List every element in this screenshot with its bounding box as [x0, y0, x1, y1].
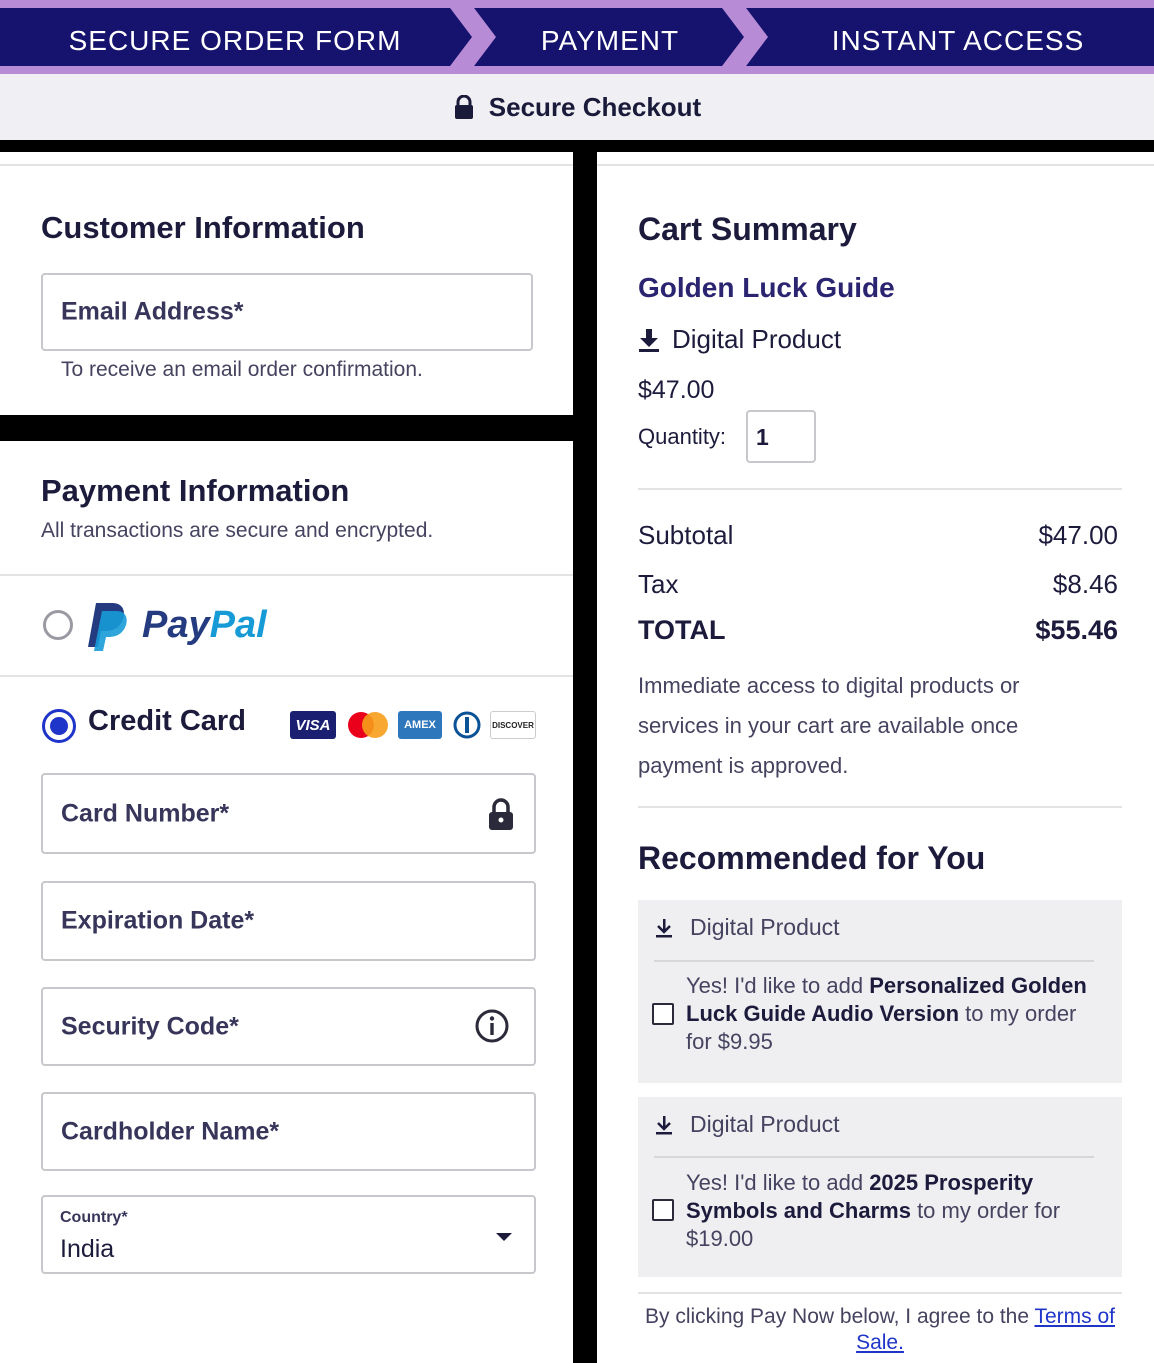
tax-label: Tax [638, 569, 679, 599]
country-value: India [60, 1235, 115, 1263]
credit-card-radio[interactable] [42, 709, 76, 743]
divider [0, 675, 573, 677]
quantity-value: 1 [756, 424, 769, 450]
reco-prefix: Yes! I'd like to add [686, 1170, 870, 1195]
email-field-label: Email Address* [61, 297, 244, 326]
security-code-label: Security Code* [61, 1012, 239, 1040]
divider [638, 1292, 1122, 1294]
recommendation-card: Digital Product Yes! I'd like to add Per… [638, 900, 1122, 1083]
download-icon [656, 918, 672, 937]
tax-value: $8.46 [1052, 569, 1118, 599]
payment-info-panel: Payment Information All transactions are… [0, 441, 573, 1363]
terms-text: By clicking Pay Now below, I agree to th… [628, 1304, 1132, 1356]
reco-type: Digital Product [654, 1111, 840, 1138]
recommendation-card: Digital Product Yes! I'd like to add 202… [638, 1097, 1122, 1277]
panel-top-rule [597, 164, 1154, 166]
total-value: $55.46 [1035, 615, 1118, 645]
credit-card-label: Credit Card [88, 705, 246, 737]
radio-dot [50, 717, 68, 735]
credit-card-option[interactable]: Credit Card VISA AMEX DISCOVER [0, 681, 573, 765]
reco-prefix: Yes! I'd like to add [686, 973, 870, 998]
divider [638, 806, 1122, 808]
reco-type: Digital Product [654, 914, 840, 941]
recommended-title: Recommended for You [638, 840, 986, 876]
subtotal-label: Subtotal [638, 520, 734, 550]
paypal-wordmark: PayPal [142, 604, 267, 646]
product-type-label: Digital Product [672, 324, 842, 354]
reco-text: Yes! I'd like to add 2025 Prosperity Sym… [686, 1169, 1096, 1253]
payment-subtitle: All transactions are secure and encrypte… [41, 519, 434, 542]
amex-icon: AMEX [398, 711, 442, 739]
card-number-label: Card Number* [61, 799, 230, 827]
diners-club-icon [453, 711, 481, 739]
quantity-label: Quantity: [638, 424, 727, 449]
divider [654, 1156, 1094, 1158]
cart-summary-title: Cart Summary [638, 211, 857, 247]
visa-icon: VISA [290, 711, 336, 739]
lock-icon [489, 798, 513, 830]
total-label: TOTAL [638, 615, 726, 645]
subtotal-value: $47.00 [1038, 520, 1118, 550]
paypal-option[interactable]: PayPal [0, 577, 573, 675]
email-field[interactable]: Email Address* [41, 273, 533, 351]
cardholder-name-field[interactable]: Cardholder Name* [41, 1092, 536, 1171]
discover-icon: DISCOVER [490, 711, 536, 739]
country-select[interactable]: Country* India [41, 1195, 536, 1274]
step-payment: PAYMENT [540, 25, 680, 56]
steps-accent-top [0, 0, 1154, 8]
divider [638, 488, 1122, 490]
expiration-date-label: Expiration Date* [61, 906, 255, 935]
product-type: Digital Product [638, 324, 841, 355]
divider [0, 574, 573, 576]
product-name: Golden Luck Guide [638, 272, 895, 303]
lock-icon [454, 95, 473, 119]
reco-text: Yes! I'd like to add Personalized Golden… [686, 972, 1096, 1056]
download-icon [639, 328, 659, 352]
reco-type-label: Digital Product [690, 1111, 840, 1137]
secure-checkout-bar: Secure Checkout [0, 74, 1154, 140]
card-number-field[interactable]: Card Number* [41, 773, 536, 854]
step-instant-access: INSTANT ACCESS [831, 25, 1085, 56]
mastercard-icon [348, 712, 388, 738]
product-price: $47.00 [638, 376, 715, 404]
email-help-text: To receive an email order confirmation. [61, 358, 423, 381]
security-code-field[interactable]: Security Code* [41, 987, 536, 1066]
terms-prefix: By clicking Pay Now below, I agree to th… [645, 1305, 1035, 1328]
customer-info-panel: Customer Information Email Address* To r… [0, 152, 573, 415]
access-note: Immediate access to digital products or … [638, 673, 1020, 778]
country-label: Country* [60, 1209, 128, 1226]
reco-type-label: Digital Product [690, 914, 840, 940]
visa-icon-label: VISA [295, 716, 331, 734]
payment-info-title: Payment Information [41, 473, 350, 508]
download-icon [656, 1115, 672, 1134]
panel-top-rule [0, 164, 573, 166]
chevron-down-icon [496, 1233, 512, 1241]
customer-info-title: Customer Information [41, 210, 365, 245]
secure-checkout-title: Secure Checkout [488, 91, 702, 122]
paypal-radio[interactable] [43, 610, 73, 640]
paypal-logo-icon [88, 603, 127, 651]
quantity-input[interactable]: 1 [746, 410, 816, 463]
reco-checkbox[interactable] [652, 1003, 674, 1025]
info-icon[interactable] [474, 1008, 510, 1044]
cardholder-name-label: Cardholder Name* [61, 1117, 280, 1145]
amex-icon-label: AMEX [404, 719, 436, 731]
divider [654, 960, 1094, 962]
discover-icon-label: DISCOVER [492, 720, 534, 730]
expiration-date-field[interactable]: Expiration Date* [41, 881, 536, 961]
step-secure-order-form: SECURE ORDER FORM [68, 25, 402, 56]
reco-checkbox[interactable] [652, 1199, 674, 1221]
